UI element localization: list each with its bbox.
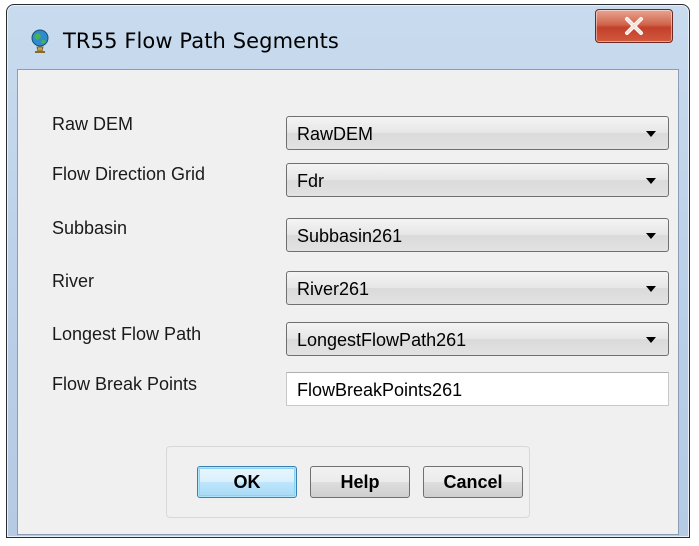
river-dropdown[interactable]: River261 — [286, 271, 669, 305]
raw-dem-label: Raw DEM — [52, 114, 134, 134]
subbasin-label: Subbasin — [52, 218, 128, 238]
raw-dem-value: RawDEM — [297, 124, 374, 144]
close-button[interactable] — [595, 9, 673, 43]
ok-button[interactable]: OK — [197, 466, 297, 498]
subbasin-dropdown[interactable]: Subbasin261 — [286, 218, 669, 252]
chevron-down-icon[interactable] — [646, 233, 656, 239]
flow-direction-grid-dropdown[interactable]: Fdr — [286, 163, 669, 197]
chevron-down-icon[interactable] — [646, 286, 656, 292]
flow-break-points-value: FlowBreakPoints261 — [297, 380, 463, 400]
river-value: River261 — [297, 279, 370, 299]
flow-break-points-label: Flow Break Points — [52, 374, 198, 394]
flow-break-points-input[interactable]: FlowBreakPoints261 — [286, 372, 669, 406]
longest-flow-path-dropdown[interactable]: LongestFlowPath261 — [286, 322, 669, 356]
dialog-window: TR55 Flow Path Segments Raw DEM RawDEM F… — [6, 4, 690, 538]
longest-flow-path-value: LongestFlowPath261 — [297, 330, 467, 350]
flow-direction-grid-label: Flow Direction Grid — [52, 164, 206, 184]
help-button[interactable]: Help — [310, 466, 410, 498]
button-panel: OK Help Cancel — [166, 446, 530, 518]
chevron-down-icon[interactable] — [646, 337, 656, 343]
raw-dem-dropdown[interactable]: RawDEM — [286, 116, 669, 150]
river-label: River — [52, 271, 95, 291]
cancel-button[interactable]: Cancel — [423, 466, 523, 498]
chevron-down-icon[interactable] — [646, 178, 656, 184]
globe-icon — [29, 28, 51, 54]
subbasin-value: Subbasin261 — [297, 226, 403, 246]
dialog-body: Raw DEM RawDEM Flow Direction Grid Fdr S… — [17, 69, 679, 535]
chevron-down-icon[interactable] — [646, 131, 656, 137]
title-bar[interactable]: TR55 Flow Path Segments — [7, 5, 689, 69]
longest-flow-path-label: Longest Flow Path — [52, 324, 202, 344]
close-icon — [625, 17, 643, 35]
window-title: TR55 Flow Path Segments — [63, 29, 339, 53]
flow-direction-grid-value: Fdr — [297, 171, 324, 191]
